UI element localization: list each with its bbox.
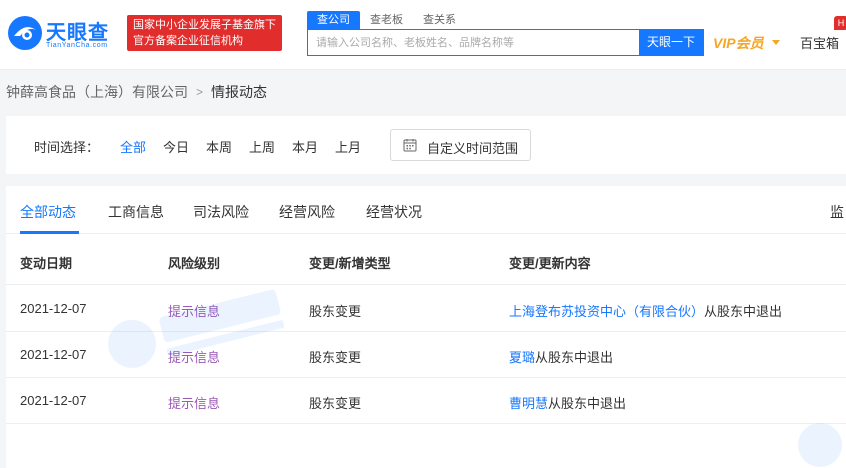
custom-time-range-label: 自定义时间范围 [427, 141, 519, 156]
time-filter-panel: 时间选择： 全部 今日 本周 上周 本月 上月 自定义时间范围 [6, 116, 846, 174]
search-box: 天眼一下 [307, 29, 704, 56]
breadcrumb: 钟薛高食品（上海）有限公司 > 情报动态 [6, 82, 267, 102]
table-row: 2021-12-07 提示信息 股东变更 曹明慧从股东中退出 [6, 378, 846, 424]
table-header: 变动日期 风险级别 变更/新增类型 变更/更新内容 [6, 235, 846, 285]
custom-time-range-button[interactable]: 自定义时间范围 [390, 129, 531, 161]
tab-business-info[interactable]: 工商信息 [108, 202, 164, 222]
row-risk-level: 提示信息 [168, 304, 221, 319]
search-button[interactable]: 天眼一下 [639, 30, 703, 55]
row-change-type: 股东变更 [309, 350, 362, 365]
table-row: 2021-12-07 提示信息 股东变更 上海登布苏投资中心（有限合伙）从股东中… [6, 286, 846, 332]
row-change-type: 股东变更 [309, 304, 362, 319]
row-content: 夏璐从股东中退出 [509, 347, 613, 366]
chevron-down-icon[interactable] [772, 40, 780, 45]
dynamics-panel: 全部动态 工商信息 司法风险 经营风险 经营状况 监 变动日期 风险级别 变更/… [6, 186, 846, 468]
logo[interactable]: 天眼查 TianYanCha.com [6, 12, 124, 56]
row-risk-level: 提示信息 [168, 350, 221, 365]
time-filter-label: 时间选择： [34, 140, 100, 155]
toolbox-menu[interactable]: 百宝箱 [800, 33, 839, 52]
row-entity-link[interactable]: 夏璐 [509, 350, 535, 365]
header-change-content: 变更/更新内容 [509, 256, 591, 271]
top-header: 天眼查 TianYanCha.com 国家中小企业发展子基金旗下 官方备案企业征… [0, 0, 846, 70]
search-tab-relation[interactable]: 查关系 [413, 11, 466, 29]
logo-subtext: TianYanCha.com [46, 42, 108, 49]
time-option-last-week[interactable]: 上周 [249, 137, 275, 156]
row-action-text: 从股东中退出 [535, 350, 614, 365]
time-option-this-month[interactable]: 本月 [292, 137, 318, 156]
tab-operating-risk[interactable]: 经营风险 [279, 202, 335, 222]
badge-line-2: 官方备案企业征信机构 [133, 35, 243, 47]
vip-member-link[interactable]: VIP会员 [713, 33, 764, 53]
breadcrumb-current: 情报动态 [211, 84, 268, 100]
category-tabs: 全部动态 工商信息 司法风险 经营风险 经营状况 监 [6, 186, 846, 234]
row-content: 上海登布苏投资中心（有限合伙）从股东中退出 [509, 301, 782, 320]
row-entity-link[interactable]: 曹明慧 [509, 396, 548, 411]
row-date: 2021-12-07 [20, 393, 87, 408]
monitor-link-partial[interactable]: 监 [830, 202, 844, 222]
row-change-type: 股东变更 [309, 396, 362, 411]
logo-eye-icon [8, 16, 42, 50]
row-action-text: 从股东中退出 [548, 396, 627, 411]
header-change-type: 变更/新增类型 [309, 256, 391, 271]
table-row: 2021-12-07 提示信息 股东变更 夏璐从股东中退出 [6, 332, 846, 378]
active-tab-indicator [20, 231, 79, 234]
header-risk-level: 风险级别 [168, 256, 221, 271]
search-tab-boss[interactable]: 查老板 [360, 11, 413, 29]
search-tab-company[interactable]: 查公司 [307, 11, 360, 29]
row-date: 2021-12-07 [20, 301, 87, 316]
official-badge: 国家中小企业发展子基金旗下 官方备案企业征信机构 [127, 15, 282, 51]
row-risk-level: 提示信息 [168, 396, 221, 411]
logo-text: 天眼查 [46, 22, 109, 44]
time-option-today[interactable]: 今日 [163, 137, 189, 156]
badge-line-1: 国家中小企业发展子基金旗下 [133, 19, 276, 31]
breadcrumb-company[interactable]: 钟薛高食品（上海）有限公司 [6, 82, 188, 102]
time-option-last-month[interactable]: 上月 [335, 137, 361, 156]
breadcrumb-separator: > [196, 85, 204, 99]
search-type-tabs: 查公司 查老板 查关系 [307, 11, 466, 29]
search-input[interactable] [308, 30, 639, 55]
row-action-text: 从股东中退出 [704, 304, 783, 319]
row-entity-link[interactable]: 上海登布苏投资中心（有限合伙） [509, 304, 704, 319]
row-date: 2021-12-07 [20, 347, 87, 362]
calendar-icon [403, 139, 417, 152]
hot-badge: H [834, 16, 846, 30]
tab-judicial-risk[interactable]: 司法风险 [193, 202, 249, 222]
time-option-all[interactable]: 全部 [120, 137, 146, 156]
header-change-date: 变动日期 [20, 256, 73, 271]
tab-operating-status[interactable]: 经营状况 [366, 202, 422, 222]
time-option-this-week[interactable]: 本周 [206, 137, 232, 156]
tab-all-dynamics[interactable]: 全部动态 [20, 202, 76, 222]
row-content: 曹明慧从股东中退出 [509, 393, 626, 412]
